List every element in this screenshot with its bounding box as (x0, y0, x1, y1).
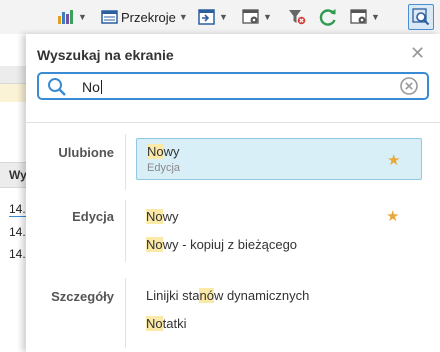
star-icon[interactable]: ★ (387, 151, 400, 169)
result-item[interactable]: Nowy - kopiuj z bieżącego (136, 232, 422, 256)
section-label-favorites: Ulubione (58, 145, 114, 160)
section-divider (125, 134, 126, 190)
result-sublabel: Edycja (147, 162, 181, 174)
close-icon[interactable]: ✕ (410, 43, 425, 64)
reports-label: Przekroje (121, 9, 176, 25)
background-grid: Wy 14. 14. 14. (0, 34, 35, 352)
chevron-down-icon: ▼ (371, 12, 380, 22)
clear-icon[interactable] (399, 76, 419, 96)
report-icon (101, 10, 118, 24)
result-label: Notatki (146, 316, 187, 331)
refresh-button[interactable] (318, 6, 338, 28)
section-label-details: Szczegóły (51, 289, 114, 304)
refresh-icon (319, 9, 336, 26)
result-item[interactable]: Nowy Edycja ★ (136, 138, 422, 180)
column-settings-icon (350, 9, 367, 24)
toolbar: ▼ Przekroje ▼ ▼ ▼ ▼ (0, 0, 440, 34)
result-label: Nowy (147, 144, 180, 159)
import-button[interactable]: ▼ (198, 6, 228, 28)
divider (26, 122, 440, 123)
chart-button[interactable]: ▼ (57, 6, 87, 28)
reports-dropdown[interactable]: Przekroje ▼ (101, 6, 188, 28)
grid-header-band (0, 66, 26, 84)
clear-filter-button[interactable] (288, 6, 306, 28)
chart-icon (58, 10, 73, 24)
section-divider (125, 278, 126, 348)
column-settings-button[interactable]: ▼ (350, 6, 380, 28)
search-icon (48, 78, 66, 96)
star-icon[interactable]: ★ (386, 207, 399, 225)
import-icon (198, 9, 215, 25)
search-input[interactable]: No (37, 72, 429, 100)
panel-title: Wyszukaj na ekranie (37, 47, 174, 63)
grid-band (0, 84, 26, 102)
section-divider (125, 200, 126, 262)
result-label: Nowy (146, 209, 179, 224)
chevron-down-icon: ▼ (178, 12, 188, 22)
settings-grid-icon (242, 9, 259, 24)
chevron-down-icon: ▼ (263, 12, 272, 22)
section-label-edit: Edycja (72, 209, 114, 224)
search-screen-button[interactable] (408, 4, 434, 30)
result-item[interactable]: Linijki stanów dynamicznych (136, 283, 422, 307)
chevron-down-icon: ▼ (219, 12, 228, 22)
result-item[interactable]: Nowy ★ (136, 204, 422, 228)
result-label: Nowy - kopiuj z bieżącego (146, 237, 298, 252)
search-panel: Wyszukaj na ekranie ✕ No Ulubione Nowy E… (26, 34, 440, 352)
grid-column-header: Wy (0, 162, 27, 188)
result-item[interactable]: Notatki (136, 311, 422, 335)
search-query: No (82, 79, 102, 95)
chevron-down-icon: ▼ (78, 12, 87, 22)
grid-column-header-label: Wy (9, 168, 27, 182)
result-label: Linijki stanów dynamicznych (146, 288, 310, 303)
grid-settings-button[interactable]: ▼ (242, 6, 272, 28)
filter-clear-icon (289, 10, 306, 25)
search-screen-icon (412, 8, 430, 26)
